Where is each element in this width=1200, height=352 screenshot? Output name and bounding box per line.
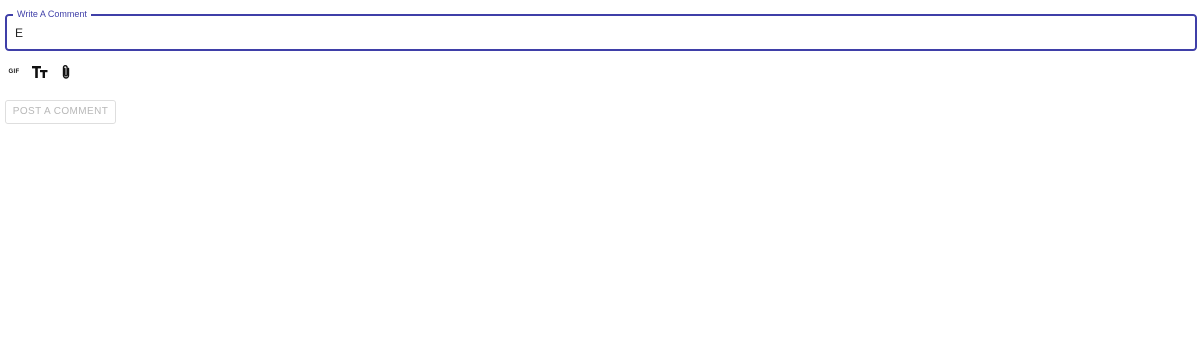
gif-icon: GIF (8, 69, 20, 75)
comment-toolbar: GIF (6, 62, 86, 82)
gif-button[interactable]: GIF (6, 62, 22, 82)
comment-field[interactable]: Write A Comment (5, 8, 1197, 51)
attachment-button[interactable] (59, 62, 73, 82)
paperclip-icon (62, 65, 70, 79)
text-format-button[interactable] (31, 62, 49, 82)
text-format-icon (32, 66, 48, 78)
post-comment-button[interactable]: POST A COMMENT (5, 100, 116, 124)
comment-input[interactable] (15, 25, 1165, 41)
comment-field-label: Write A Comment (13, 8, 91, 20)
